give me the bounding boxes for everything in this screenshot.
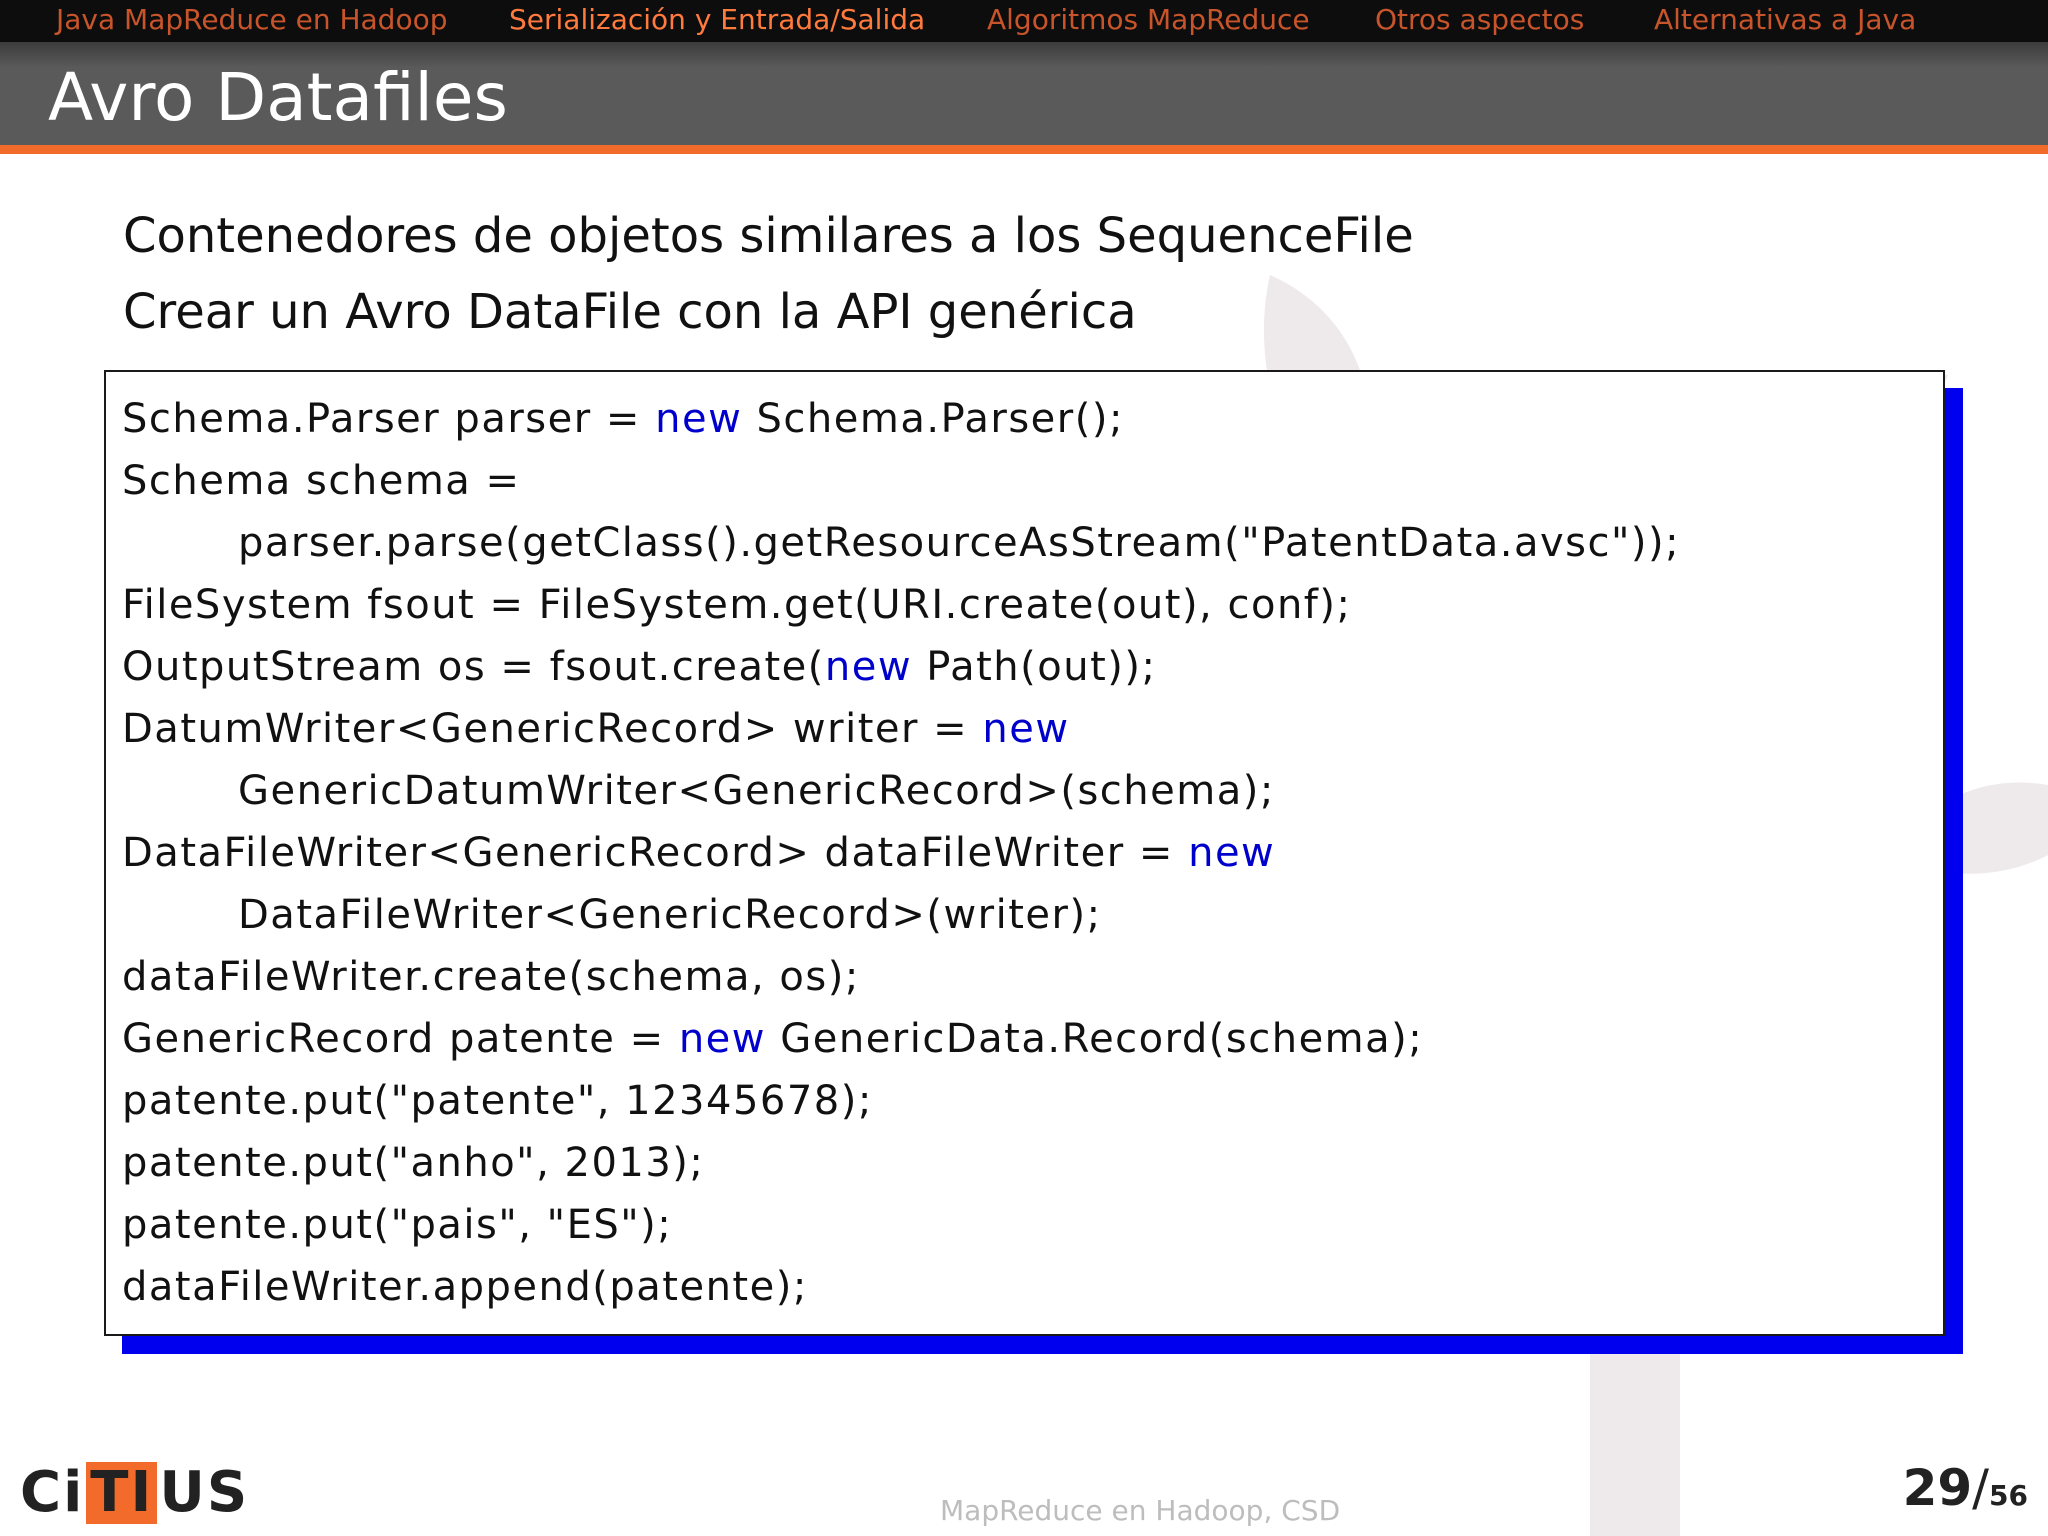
nav-item-algoritmos[interactable]: Algoritmos MapReduce <box>987 4 1310 36</box>
slide-title: Avro Datafiles <box>48 59 508 136</box>
title-underline <box>0 145 2048 154</box>
nav-item-alternativas[interactable]: Alternativas a Java <box>1654 4 1916 36</box>
code-block: Schema.Parser parser = new Schema.Parser… <box>104 370 1945 1336</box>
code-line: GenericRecord patente = new GenericData.… <box>122 1016 1424 1062</box>
citius-logo: Ci TI US <box>20 1460 250 1525</box>
code-line: Schema schema = <box>122 458 521 504</box>
bullet-1: Contenedores de objetos similares a los … <box>123 208 1414 264</box>
code-line: patente.put("patente", 12345678); <box>122 1078 873 1124</box>
code-line: patente.put("pais", "ES"); <box>122 1202 673 1248</box>
code-line: DataFileWriter<GenericRecord>(writer); <box>238 892 1102 938</box>
code-line: patente.put("anho", 2013); <box>122 1140 705 1186</box>
footer-caption: MapReduce en Hadoop, CSD <box>940 1494 1341 1527</box>
code-line: FileSystem fsout = FileSystem.get(URI.cr… <box>122 582 1352 628</box>
code-line: dataFileWriter.create(schema, os); <box>122 954 860 1000</box>
code-line: GenericDatumWriter<GenericRecord>(schema… <box>238 768 1275 814</box>
page-number: 29/56 <box>1902 1459 2028 1517</box>
code-line: OutputStream os = fsout.create(new Path(… <box>122 644 1157 690</box>
code-line: DatumWriter<GenericRecord> writer = new <box>122 706 1070 752</box>
code-line: parser.parse(getClass().getResourceAsStr… <box>238 520 1681 566</box>
nav-item-otros-aspectos[interactable]: Otros aspectos <box>1375 4 1584 36</box>
section-nav: Java MapReduce en Hadoop Serialización y… <box>0 0 2048 42</box>
bullet-2: Crear un Avro DataFile con la API genéri… <box>123 284 1137 340</box>
nav-item-serializacion[interactable]: Serialización y Entrada/Salida <box>509 4 925 36</box>
code-line: Schema.Parser parser = new Schema.Parser… <box>122 396 1124 442</box>
nav-item-java-mapreduce[interactable]: Java MapReduce en Hadoop <box>56 4 448 36</box>
code-line: DataFileWriter<GenericRecord> dataFileWr… <box>122 830 1276 876</box>
title-bar: Avro Datafiles <box>0 42 2048 145</box>
code-line: dataFileWriter.append(patente); <box>122 1264 808 1310</box>
